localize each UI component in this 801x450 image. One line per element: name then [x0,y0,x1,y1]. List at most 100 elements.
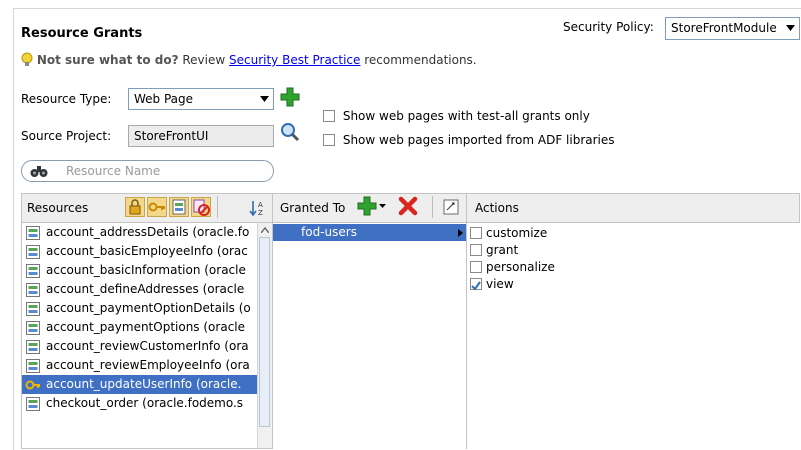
page-icon [26,340,40,354]
checkbox[interactable] [470,227,482,239]
hint-question: Not sure what to do? [36,53,179,67]
binoculars-icon [30,166,48,177]
add-icon[interactable] [280,87,300,107]
add-menu-arrow-icon[interactable] [379,204,386,209]
expand-arrow-icon[interactable] [458,229,463,237]
filter-toggle-lock[interactable] [125,197,145,217]
svg-text:A: A [258,201,263,209]
action-grant[interactable]: grant [468,242,768,259]
page-icon [26,264,40,278]
dropdown-arrow-icon [260,96,269,102]
vertical-scrollbar[interactable] [257,223,272,448]
resources-header: Resources [27,201,89,215]
edit-icon[interactable] [443,199,459,215]
source-project-field[interactable]: StoreFrontUI [128,125,274,147]
action-label: grant [486,243,519,257]
security-best-practice-link[interactable]: Security Best Practice [229,53,360,67]
resource-label: account_paymentOptions (oracle [46,320,246,334]
resource-row[interactable]: account_paymentOptionDetails (o [22,299,272,318]
option-test-all-grants[interactable]: Show web pages with test-all grants only [323,109,590,123]
page-icon [26,359,40,373]
scroll-up-icon[interactable] [261,227,269,233]
hint-line: Not sure what to do? Review Security Bes… [21,52,477,67]
resource-row[interactable]: account_addressDetails (oracle.fo [22,223,272,242]
resource-label: account_basicEmployeeInfo (orac [46,244,248,258]
filter-toggle-key[interactable] [147,197,167,217]
lock-icon [129,199,141,215]
action-label: personalize [486,260,555,274]
action-label: customize [486,226,548,240]
no-grant-icon [193,199,210,216]
security-policy-select[interactable]: StoreFrontModule [665,17,800,40]
resource-row[interactable]: account_paymentOptions (oracle [22,318,272,337]
page-icon [26,302,40,316]
checkbox[interactable] [323,134,335,146]
toolbar-divider [217,196,218,218]
resources-list: account_addressDetails (oracle.fo account… [21,222,273,449]
check-icon [471,281,481,291]
filter-toggle-page[interactable] [169,197,189,217]
toolbar-divider [432,196,433,218]
page-title: Resource Grants [21,26,143,41]
action-personalize[interactable]: personalize [468,259,768,276]
grantee-label: fod-users [301,225,357,239]
resource-row[interactable]: account_reviewCustomerInfo (ora [22,337,272,356]
page-icon [26,397,40,411]
resource-label: account_addressDetails (oracle.fo [46,225,250,239]
resource-row[interactable]: checkout_order (oracle.fodemo.s [22,394,272,413]
action-customize[interactable]: customize [468,225,768,242]
svg-text:Z: Z [258,209,263,217]
checkbox[interactable] [470,261,482,273]
key-icon [25,380,40,390]
key-icon [148,202,165,212]
page-icon [26,283,40,297]
delete-icon[interactable] [398,196,418,216]
hint-suffix: recommendations. [360,53,477,67]
resource-label: account_basicInformation (oracle [46,263,246,277]
granted-to-header: Granted To [280,201,346,215]
page-icon [26,226,40,240]
scroll-thumb[interactable] [259,237,270,427]
resource-row[interactable]: account_updateUserInfo (oracle. [22,375,272,394]
resource-label: account_reviewCustomerInfo (ora [46,339,249,353]
dropdown-arrow-icon [786,25,795,31]
checkbox[interactable] [323,110,335,122]
option-label: Show web pages imported from ADF librari… [342,133,615,147]
hint-review: Review [178,53,229,67]
sort-icon[interactable]: A Z [249,199,267,217]
lightbulb-icon [21,52,33,66]
page-icon [26,245,40,259]
search-icon[interactable] [280,122,300,142]
actions-header: Actions [475,201,519,215]
option-adf-libraries[interactable]: Show web pages imported from ADF librari… [323,133,615,147]
resource-row[interactable]: account_reviewEmployeeInfo (ora [22,356,272,375]
granted-to-list: fod-users [273,224,466,241]
option-label: Show web pages with test-all grants only [342,109,590,123]
security-policy-value: StoreFrontModule [671,21,777,35]
source-project-label: Source Project: [21,129,112,143]
action-label: view [486,277,514,291]
resource-label: account_paymentOptionDetails (o [46,301,251,315]
add-grantee-icon[interactable] [357,196,377,216]
action-view[interactable]: view [468,276,768,293]
filter-toggle-no-grant[interactable] [191,197,211,217]
resource-label: account_reviewEmployeeInfo (ora [46,358,250,372]
resource-type-select[interactable]: Web Page [128,88,274,110]
resource-type-label: Resource Type: [21,92,112,106]
page-icon [26,321,40,335]
grantee-row-fod-users[interactable]: fod-users [273,224,466,241]
column-divider [466,193,467,449]
checkbox-checked[interactable] [470,278,482,291]
resource-label: account_updateUserInfo (oracle. [46,377,242,391]
resource-row[interactable]: account_basicEmployeeInfo (orac [22,242,272,261]
resource-row[interactable]: account_defineAddresses (oracle [22,280,272,299]
resource-row[interactable]: account_basicInformation (oracle [22,261,272,280]
search-placeholder: Resource Name [66,164,161,178]
resource-type-value: Web Page [134,92,194,106]
actions-list: customize grant personalize view [468,225,768,293]
resource-label: checkout_order (oracle.fodemo.s [46,396,244,410]
resource-name-search[interactable]: Resource Name [21,160,274,182]
checkbox[interactable] [470,244,482,256]
resource-label: account_defineAddresses (oracle [46,282,245,296]
security-policy-label: Security Policy: [563,20,654,34]
